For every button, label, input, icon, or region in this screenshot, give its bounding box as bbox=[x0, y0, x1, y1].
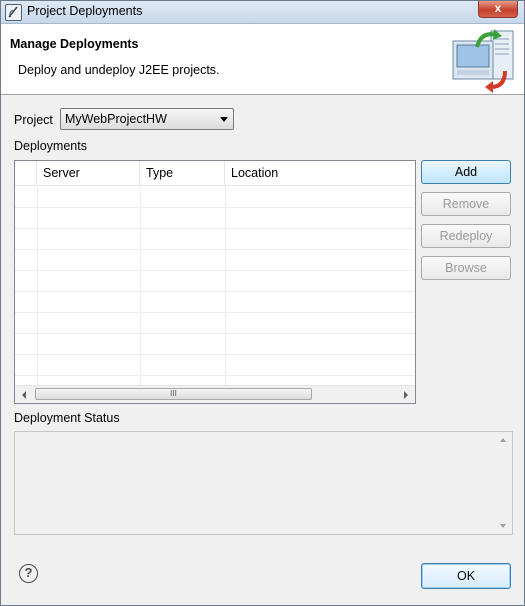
column-divider bbox=[140, 185, 141, 385]
scroll-down-icon[interactable] bbox=[500, 524, 506, 528]
table-row[interactable] bbox=[15, 228, 415, 250]
column-header-server[interactable]: Server bbox=[37, 161, 140, 185]
title-bar[interactable]: Project Deployments x bbox=[1, 1, 524, 24]
scroll-left-icon[interactable] bbox=[22, 391, 26, 399]
eclipse-app-icon bbox=[5, 4, 22, 21]
table-row[interactable] bbox=[15, 354, 415, 376]
column-header-spacer bbox=[15, 161, 37, 185]
deploy-server-icon bbox=[447, 27, 521, 93]
horizontal-scrollbar[interactable]: III bbox=[15, 385, 415, 403]
project-select-value: MyWebProjectHW bbox=[65, 112, 167, 126]
redeploy-button[interactable]: Redeploy bbox=[421, 224, 511, 248]
table-row[interactable] bbox=[15, 186, 415, 208]
remove-button[interactable]: Remove bbox=[421, 192, 511, 216]
close-button[interactable]: x bbox=[478, 1, 518, 18]
help-icon[interactable]: ? bbox=[19, 564, 38, 583]
window-title: Project Deployments bbox=[27, 4, 143, 18]
table-row[interactable] bbox=[15, 333, 415, 355]
table-row[interactable] bbox=[15, 270, 415, 292]
table-row[interactable] bbox=[15, 207, 415, 229]
deployment-status-label: Deployment Status bbox=[14, 411, 120, 425]
table-row[interactable] bbox=[15, 291, 415, 313]
column-divider bbox=[225, 185, 226, 385]
vertical-scrollbar[interactable] bbox=[495, 432, 512, 534]
project-select[interactable]: MyWebProjectHW bbox=[60, 108, 234, 130]
deployments-table[interactable]: Server Type Location III bbox=[14, 160, 416, 404]
chevron-down-icon bbox=[220, 117, 228, 122]
add-button[interactable]: Add bbox=[421, 160, 511, 184]
column-header-type[interactable]: Type bbox=[140, 161, 225, 185]
banner-title: Manage Deployments bbox=[10, 37, 139, 51]
ok-button[interactable]: OK bbox=[421, 563, 511, 589]
table-row[interactable] bbox=[15, 312, 415, 334]
browse-button[interactable]: Browse bbox=[421, 256, 511, 280]
scrollbar-thumb[interactable]: III bbox=[35, 388, 312, 400]
column-header-location[interactable]: Location bbox=[225, 161, 415, 185]
scroll-up-icon[interactable] bbox=[500, 438, 506, 442]
table-header: Server Type Location bbox=[15, 161, 415, 186]
deployments-label: Deployments bbox=[14, 139, 87, 153]
close-icon: x bbox=[494, 1, 502, 15]
table-row[interactable] bbox=[15, 249, 415, 271]
project-deployments-window: Project Deployments x Manage Deployments… bbox=[0, 0, 525, 606]
deployment-status-text[interactable] bbox=[14, 431, 513, 535]
project-label: Project bbox=[14, 113, 53, 127]
scroll-right-icon[interactable] bbox=[404, 391, 408, 399]
banner-description: Deploy and undeploy J2EE projects. bbox=[18, 63, 220, 77]
header-banner: Manage Deployments Deploy and undeploy J… bbox=[1, 24, 524, 95]
column-divider bbox=[37, 185, 38, 385]
